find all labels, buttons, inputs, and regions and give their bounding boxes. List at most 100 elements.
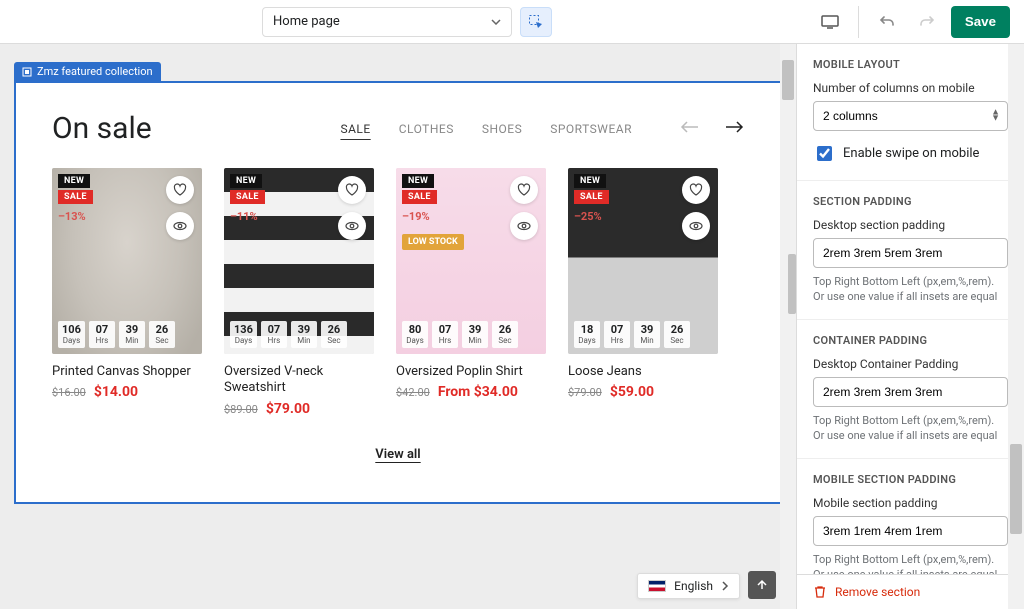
columns-label: Number of columns on mobile <box>813 81 1008 95</box>
wishlist-icon[interactable] <box>682 176 710 204</box>
page-selector[interactable]: Home page <box>262 7 512 37</box>
remove-section-label: Remove section <box>835 585 920 599</box>
trash-icon <box>813 585 827 599</box>
price-compare: $79.00 <box>568 386 602 399</box>
redo-button[interactable] <box>911 7 943 37</box>
product-image: NEW SALE –11% 136Days 07Hrs 39Min 26Sec <box>224 168 374 354</box>
quickview-icon[interactable] <box>682 212 710 240</box>
product-card[interactable]: NEW SALE –11% 136Days 07Hrs 39Min 26Sec … <box>224 168 374 417</box>
section-title: On sale <box>52 111 152 146</box>
badge-new: NEW <box>574 174 606 188</box>
price-compare: $16.00 <box>52 386 86 399</box>
undo-button[interactable] <box>871 7 903 37</box>
product-title: Oversized V-neck Sweatshirt <box>224 364 374 397</box>
desktop-section-padding-label: Desktop section padding <box>813 218 1008 232</box>
price-current: $59.00 <box>610 384 654 400</box>
countdown-timer: 18Days 07Hrs 39Min 26Sec <box>574 321 690 348</box>
quickview-icon[interactable] <box>510 212 538 240</box>
help-text: Top Right Bottom Left (px,em,%,rem).Or u… <box>813 413 1008 444</box>
wishlist-icon[interactable] <box>510 176 538 204</box>
section-tag-icon <box>22 67 32 77</box>
product-title: Oversized Poplin Shirt <box>396 364 546 380</box>
product-title: Printed Canvas Shopper <box>52 364 202 380</box>
language-label: English <box>674 579 713 593</box>
section-tag[interactable]: Zmz featured collection <box>14 62 161 81</box>
settings-sidebar: MOBILE LAYOUT Number of columns on mobil… <box>796 44 1024 609</box>
mobile-section-padding-input[interactable] <box>813 516 1008 546</box>
carousel-next-icon[interactable] <box>724 121 744 137</box>
countdown-timer: 80Days 07Hrs 39Min 26Sec <box>402 321 518 348</box>
chevron-down-icon <box>491 14 501 29</box>
product-image: NEW SALE –25% 18Days 07Hrs 39Min 26Sec <box>568 168 718 354</box>
preview-scrollbar[interactable] <box>780 44 796 609</box>
quickview-icon[interactable] <box>338 212 366 240</box>
sidebar-scrollbar[interactable] <box>1008 44 1024 609</box>
arrow-up-icon <box>756 579 768 591</box>
desktop-view-icon[interactable] <box>814 7 846 37</box>
desktop-container-padding-label: Desktop Container Padding <box>813 357 1008 371</box>
product-card[interactable]: NEW SALE –25% 18Days 07Hrs 39Min 26Sec L… <box>568 168 718 417</box>
editor-topbar: Home page Save <box>0 0 1024 44</box>
product-card[interactable]: NEW SALE –19% LOW STOCK 80Days 07Hrs 39M… <box>396 168 546 417</box>
discount-label: –19% <box>402 210 430 223</box>
wishlist-icon[interactable] <box>338 176 366 204</box>
group-container-padding-title: CONTAINER PADDING <box>813 334 1008 347</box>
discount-label: –11% <box>230 210 258 223</box>
discount-label: –25% <box>574 210 602 223</box>
wishlist-icon[interactable] <box>166 176 194 204</box>
scroll-to-top-button[interactable] <box>748 571 776 599</box>
badge-sale: SALE <box>574 190 609 204</box>
swipe-label: Enable swipe on mobile <box>843 146 979 161</box>
badge-new: NEW <box>58 174 90 188</box>
discount-label: –13% <box>58 210 86 223</box>
badge-sale: SALE <box>58 190 93 204</box>
product-image: NEW SALE –19% LOW STOCK 80Days 07Hrs 39M… <box>396 168 546 354</box>
collection-tabs: SALE CLOTHES SHOES SPORTSWEAR <box>340 122 632 136</box>
view-all-link[interactable]: View all <box>375 447 420 462</box>
product-grid: NEW SALE –13% 106Days 07Hrs 39Min 26Sec … <box>52 168 744 417</box>
group-mobile-section-padding-title: MOBILE SECTION PADDING <box>813 473 1008 486</box>
preview-canvas: Zmz featured collection On sale SALE CLO… <box>0 44 796 609</box>
price-compare: $42.00 <box>396 386 430 399</box>
mobile-section-padding-label: Mobile section padding <box>813 496 1008 510</box>
product-title: Loose Jeans <box>568 364 718 380</box>
price-current: $14.00 <box>94 384 138 400</box>
carousel-prev-icon[interactable] <box>680 121 700 137</box>
tab-sportswear[interactable]: SPORTSWEAR <box>550 122 632 136</box>
group-mobile-layout-title: MOBILE LAYOUT <box>813 58 1008 71</box>
divider <box>858 6 859 38</box>
product-image: NEW SALE –13% 106Days 07Hrs 39Min 26Sec <box>52 168 202 354</box>
remove-section-button[interactable]: Remove section <box>797 574 1024 609</box>
desktop-container-padding-input[interactable] <box>813 377 1008 407</box>
badge-new: NEW <box>402 174 434 188</box>
quickview-icon[interactable] <box>166 212 194 240</box>
badge-new: NEW <box>230 174 262 188</box>
preview-scrollbar-mid[interactable] <box>788 254 796 314</box>
countdown-timer: 136Days 07Hrs 39Min 26Sec <box>230 321 347 348</box>
save-button[interactable]: Save <box>951 6 1010 38</box>
swipe-checkbox[interactable] <box>817 146 832 161</box>
language-selector[interactable]: English <box>637 573 740 599</box>
tab-sale[interactable]: SALE <box>340 122 370 136</box>
badge-sale: SALE <box>402 190 437 204</box>
section-tag-label: Zmz featured collection <box>37 65 153 78</box>
inspector-toggle[interactable] <box>520 7 552 37</box>
section-frame[interactable]: On sale SALE CLOTHES SHOES SPORTSWEAR NE… <box>14 81 782 504</box>
page-selector-value: Home page <box>273 14 340 29</box>
price-current: From $34.00 <box>438 384 518 400</box>
badge-sale: SALE <box>230 190 265 204</box>
countdown-timer: 106Days 07Hrs 39Min 26Sec <box>58 321 175 348</box>
product-card[interactable]: NEW SALE –13% 106Days 07Hrs 39Min 26Sec … <box>52 168 202 417</box>
badge-low-stock: LOW STOCK <box>402 234 464 250</box>
columns-select[interactable]: 2 columns <box>813 101 1008 131</box>
price-current: $79.00 <box>266 401 310 417</box>
help-text: Top Right Bottom Left (px,em,%,rem).Or u… <box>813 274 1008 305</box>
tab-shoes[interactable]: SHOES <box>482 122 522 136</box>
help-text: Top Right Bottom Left (px,em,%,rem).Or u… <box>813 552 1008 574</box>
flag-uk-icon <box>648 580 666 592</box>
price-compare: $89.00 <box>224 403 258 416</box>
desktop-section-padding-input[interactable] <box>813 238 1008 268</box>
group-section-padding-title: SECTION PADDING <box>813 195 1008 208</box>
tab-clothes[interactable]: CLOTHES <box>399 122 454 136</box>
chevron-right-icon <box>721 581 729 591</box>
